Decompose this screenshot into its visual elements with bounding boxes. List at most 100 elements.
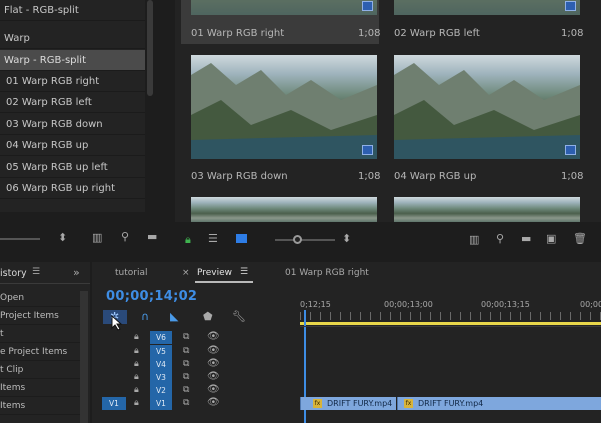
timecode-display[interactable]: 00;00;14;02	[106, 289, 197, 304]
tab-history[interactable]: istory	[0, 268, 27, 279]
bin-item-warp-rgb-split[interactable]: Warp - RGB-split	[0, 50, 145, 71]
history-item[interactable]: Items	[0, 379, 80, 397]
sort-icon[interactable]: ⬍	[58, 232, 67, 244]
lock-icon[interactable]: 🔒︎	[134, 331, 139, 343]
lock-icon[interactable]: 🔒︎	[134, 384, 139, 396]
eye-icon[interactable]: 👁︎	[207, 331, 220, 343]
track-target-v5[interactable]: V5	[150, 345, 172, 358]
bin-item-06-warp-rgb-up-right[interactable]: 06 Warp RGB up right	[0, 178, 145, 199]
slider-handle[interactable]	[293, 235, 302, 244]
new-bin-icon[interactable]: ▬	[521, 233, 531, 245]
new-bin-icon[interactable]: ▬	[147, 231, 157, 243]
media-thumbnail[interactable]	[191, 0, 377, 15]
bin-list-scrollbar[interactable]	[147, 0, 153, 96]
lock-icon[interactable]: 🔒︎	[134, 397, 139, 409]
media-tile-duration: 1;08	[561, 171, 584, 182]
lock-icon[interactable]: 🔒︎	[185, 234, 191, 246]
work-area-bar[interactable]	[300, 322, 601, 325]
add-marker-arrow-icon[interactable]: ◣	[170, 311, 178, 323]
bin-item-flat-rgb-split[interactable]: Flat - RGB-split	[0, 0, 145, 21]
history-item[interactable]: Project Items	[0, 307, 80, 325]
active-tab-indicator	[195, 281, 253, 283]
linked-selection-icon[interactable]: ∩	[141, 311, 149, 323]
track-target-v6[interactable]: V6	[150, 331, 172, 344]
media-thumbnail[interactable]	[394, 0, 580, 15]
source-patch-v1[interactable]: V1	[102, 397, 126, 410]
fx-badge-icon: fx	[404, 399, 413, 408]
history-item[interactable]: Open	[0, 289, 80, 307]
automate-to-sequence-icon[interactable]: ▥	[469, 234, 479, 246]
bin-item-05-warp-rgb-up-left[interactable]: 05 Warp RGB up left	[0, 157, 145, 178]
bin-item-04-warp-rgb-up[interactable]: 04 Warp RGB up	[0, 135, 145, 156]
panel-menu-icon[interactable]: ☰	[32, 267, 40, 277]
history-item[interactable]: e Project Items	[0, 343, 80, 361]
project-toolbar: 🔒︎ ☰ ⬍ ▥ ⚲ ▬ ▣ 🗑︎	[175, 228, 601, 252]
automate-icon[interactable]: ▥	[92, 232, 102, 244]
bin-item-02-warp-rgb-left[interactable]: 02 Warp RGB left	[0, 92, 145, 113]
sort-icon[interactable]: ⬍	[342, 233, 351, 245]
track-v6: 🔒︎ V6 ⧉ 👁︎	[92, 331, 300, 344]
sync-lock-icon[interactable]: ⧉	[183, 371, 189, 383]
new-item-icon[interactable]: ▣	[546, 233, 556, 245]
sync-lock-icon[interactable]: ⧉	[183, 358, 189, 370]
history-item[interactable]: Items	[0, 397, 80, 415]
search-icon[interactable]: ⚲	[496, 233, 504, 245]
history-item[interactable]: t Clip	[0, 361, 80, 379]
tab-tutorial[interactable]: tutorial	[115, 268, 147, 278]
media-thumbnail[interactable]	[394, 55, 580, 159]
sync-lock-icon[interactable]: ⧉	[183, 345, 189, 357]
trash-icon[interactable]: 🗑︎	[573, 233, 587, 245]
media-tile-duration: 1;08	[358, 28, 381, 39]
bin-list-toolbar: ⬍ ▥ ⚲ ▬	[0, 222, 170, 252]
track-target-v3[interactable]: V3	[150, 371, 172, 384]
track-target-v2[interactable]: V2	[150, 384, 172, 397]
lock-icon[interactable]: 🔒︎	[134, 358, 139, 370]
lock-icon[interactable]: 🔒︎	[134, 371, 139, 383]
divider	[0, 283, 90, 284]
ruler-ticks	[300, 312, 601, 320]
track-target-v1[interactable]: V1	[150, 397, 172, 410]
lock-icon[interactable]: 🔒︎	[134, 345, 139, 357]
bin-item-01-warp-rgb-right[interactable]: 01 Warp RGB right	[0, 71, 145, 92]
tab-01-warp-rgb-right[interactable]: 01 Warp RGB right	[285, 268, 369, 278]
history-item[interactable]: t	[0, 325, 80, 343]
timeline-clip[interactable]: fx DRIFT FURY.mp4	[397, 397, 601, 410]
eye-icon[interactable]: 👁︎	[207, 345, 220, 357]
icon-view-icon[interactable]	[236, 234, 247, 243]
ruler-label: 00;00;1	[580, 300, 601, 309]
search-icon[interactable]: ⚲	[121, 231, 129, 243]
ruler-label: 0;12;15	[300, 300, 331, 309]
close-icon[interactable]: ×	[182, 268, 190, 278]
divider	[300, 326, 601, 327]
media-tile-label: 02 Warp RGB left	[394, 28, 480, 39]
marker-icon[interactable]: ⬟	[203, 311, 213, 323]
panel-menu-icon[interactable]: ☰	[240, 267, 248, 277]
media-thumbnail[interactable]	[394, 197, 580, 222]
bin-item-warp[interactable]: Warp	[0, 28, 145, 49]
sync-lock-icon[interactable]: ⧉	[183, 331, 189, 343]
sync-lock-icon[interactable]: ⧉	[183, 384, 189, 396]
timeline-clip[interactable]: fx DRIFT FURY.mp4	[300, 397, 396, 410]
media-tile-label: 01 Warp RGB right	[191, 28, 285, 39]
media-thumbnail[interactable]	[191, 55, 377, 159]
ruler-label: 00;00;13;00	[384, 300, 433, 309]
media-grid: 01 Warp RGB right 1;08 02 Warp RGB left …	[175, 0, 601, 222]
eye-icon[interactable]: 👁︎	[207, 397, 220, 409]
track-target-v4[interactable]: V4	[150, 358, 172, 371]
tab-preview[interactable]: Preview	[197, 268, 232, 278]
clip-label: DRIFT FURY.mp4	[418, 399, 484, 408]
media-tile-duration: 1;08	[561, 28, 584, 39]
wrench-icon[interactable]: 🔧︎	[232, 311, 246, 323]
more-panels-icon[interactable]: »	[73, 266, 80, 279]
list-view-icon[interactable]: ☰	[208, 233, 218, 245]
eye-icon[interactable]: 👁︎	[207, 371, 220, 383]
sync-lock-icon[interactable]: ⧉	[183, 397, 189, 409]
bin-item-03-warp-rgb-down[interactable]: 03 Warp RGB down	[0, 114, 145, 135]
eye-icon[interactable]: 👁︎	[207, 358, 220, 370]
zoom-slider[interactable]	[0, 238, 40, 240]
eye-icon[interactable]: 👁︎	[207, 384, 220, 396]
history-scrollbar[interactable]	[80, 291, 88, 423]
media-thumbnail[interactable]	[191, 197, 377, 222]
thumbnail-zoom-slider[interactable]	[275, 239, 335, 241]
track-v1: V1 🔒︎ V1 ⧉ 👁︎	[92, 397, 300, 410]
